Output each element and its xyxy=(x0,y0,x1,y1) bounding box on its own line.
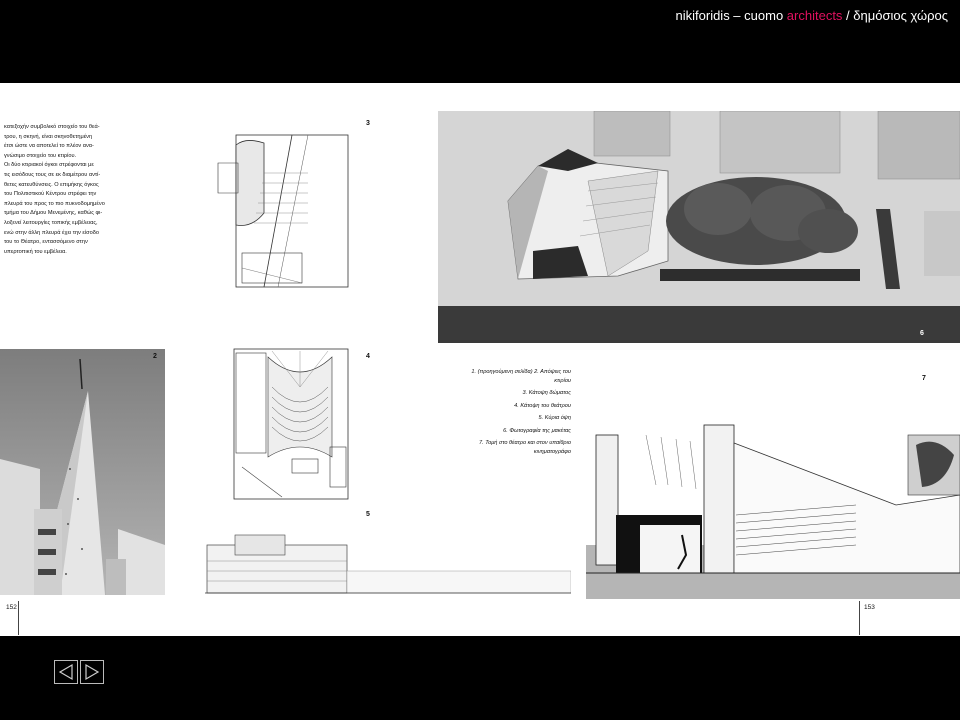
header-title-prefix: nikiforidis – cuomo xyxy=(675,8,787,23)
figure-number-3: 3 xyxy=(366,120,370,127)
caption: 1. (προηγούμενη σελίδα) 2. Απόψεις του κ… xyxy=(471,369,571,384)
intro-line: τις εισόδους τους σε εκ διαμέτρου αντί- xyxy=(4,171,101,178)
intro-line: γνώσιμο στοιχείο του κτιρίου. xyxy=(4,152,77,159)
nav-prev-icon xyxy=(58,663,73,681)
caption: 3. Κάτοψη δώματος xyxy=(522,390,572,396)
intro-line: θετες κατευθύνσεις. Ο επιμήκης όγκος xyxy=(4,181,99,188)
next-page-button[interactable] xyxy=(80,660,104,684)
intro-line: λοξενεί λειτουργίες τοπικής εμβέλειας, xyxy=(4,219,98,226)
main-elevation-drawing xyxy=(205,531,571,597)
model-photo xyxy=(438,111,960,343)
intro-line: έτσι ώστε να αποτελεί το πλέον ανα- xyxy=(4,143,94,150)
figure-captions: 1. (προηγούμενη σελίδα) 2. Απόψεις του κ… xyxy=(455,368,571,460)
page-number-right: 153 xyxy=(864,604,875,611)
header-title-suffix: / δημόσιος χώρος xyxy=(842,8,948,23)
intro-text: κατεξοχήν συμβολικό στοιχείο του θεά- τρ… xyxy=(4,123,164,257)
page-rule-right xyxy=(859,601,860,635)
header-bar: nikiforidis – cuomo architects / δημόσιο… xyxy=(0,0,960,83)
figure-number-6: 6 xyxy=(920,330,924,337)
intro-line: ενώ στην άλλη πλευρά έχει την είσοδο xyxy=(4,229,99,236)
page-number-left: 152 xyxy=(6,604,17,611)
figure-number-5: 5 xyxy=(366,511,370,518)
intro-line: τμήμα του Δήμου Μενεμένης, καθώς φι- xyxy=(4,210,103,217)
intro-line: τρου, η σκηνή, είναι σκηνοθετημένη xyxy=(4,133,93,140)
intro-line: υπερτοπική του εμβέλεια. xyxy=(4,248,67,255)
intro-line: πλευρά του προς το πιο πυκνοδομημένο xyxy=(4,200,105,207)
intro-line: Οι δύο κτιριακοί όγκοι στρέφονται με xyxy=(4,162,94,169)
building-photo xyxy=(0,349,165,595)
caption: 6. Φωτογραφία της μακέτας xyxy=(503,427,571,434)
caption: 7. Τομή στο θέατρο και στον υπαίθριο κιν… xyxy=(479,440,571,455)
intro-line: του Πολιτιστικού Κέντρου στρέφει την xyxy=(4,191,97,198)
model-photo-image xyxy=(438,111,960,343)
roof-plan-drawing xyxy=(212,133,352,291)
caption: 5. Κύρια όψη xyxy=(538,415,571,421)
caption: 4. Κάτοψη του θεάτρου xyxy=(514,402,571,409)
figure-number-4: 4 xyxy=(366,353,370,360)
intro-line: του το Θέατρο, εντασσόμενο στην xyxy=(4,239,88,246)
header-title-accent: architects xyxy=(786,8,843,23)
building-photo-image xyxy=(0,349,165,595)
intro-line: κατεξοχήν συμβολικό στοιχείο του θεά- xyxy=(4,124,100,130)
figure-number-2: 2 xyxy=(153,353,157,360)
figure-number-7: 7 xyxy=(922,375,926,382)
theatre-plan-drawing xyxy=(212,347,352,503)
prev-page-button[interactable] xyxy=(54,660,78,684)
book-spread: κατεξοχήν συμβολικό στοιχείο του θεά- τρ… xyxy=(0,83,960,636)
header-title: nikiforidis – cuomo architects / δημόσιο… xyxy=(676,8,948,23)
theatre-section-drawing xyxy=(586,415,960,599)
nav-next-icon xyxy=(85,663,100,681)
page-rule-left xyxy=(18,601,19,635)
footer-bar xyxy=(0,636,960,720)
